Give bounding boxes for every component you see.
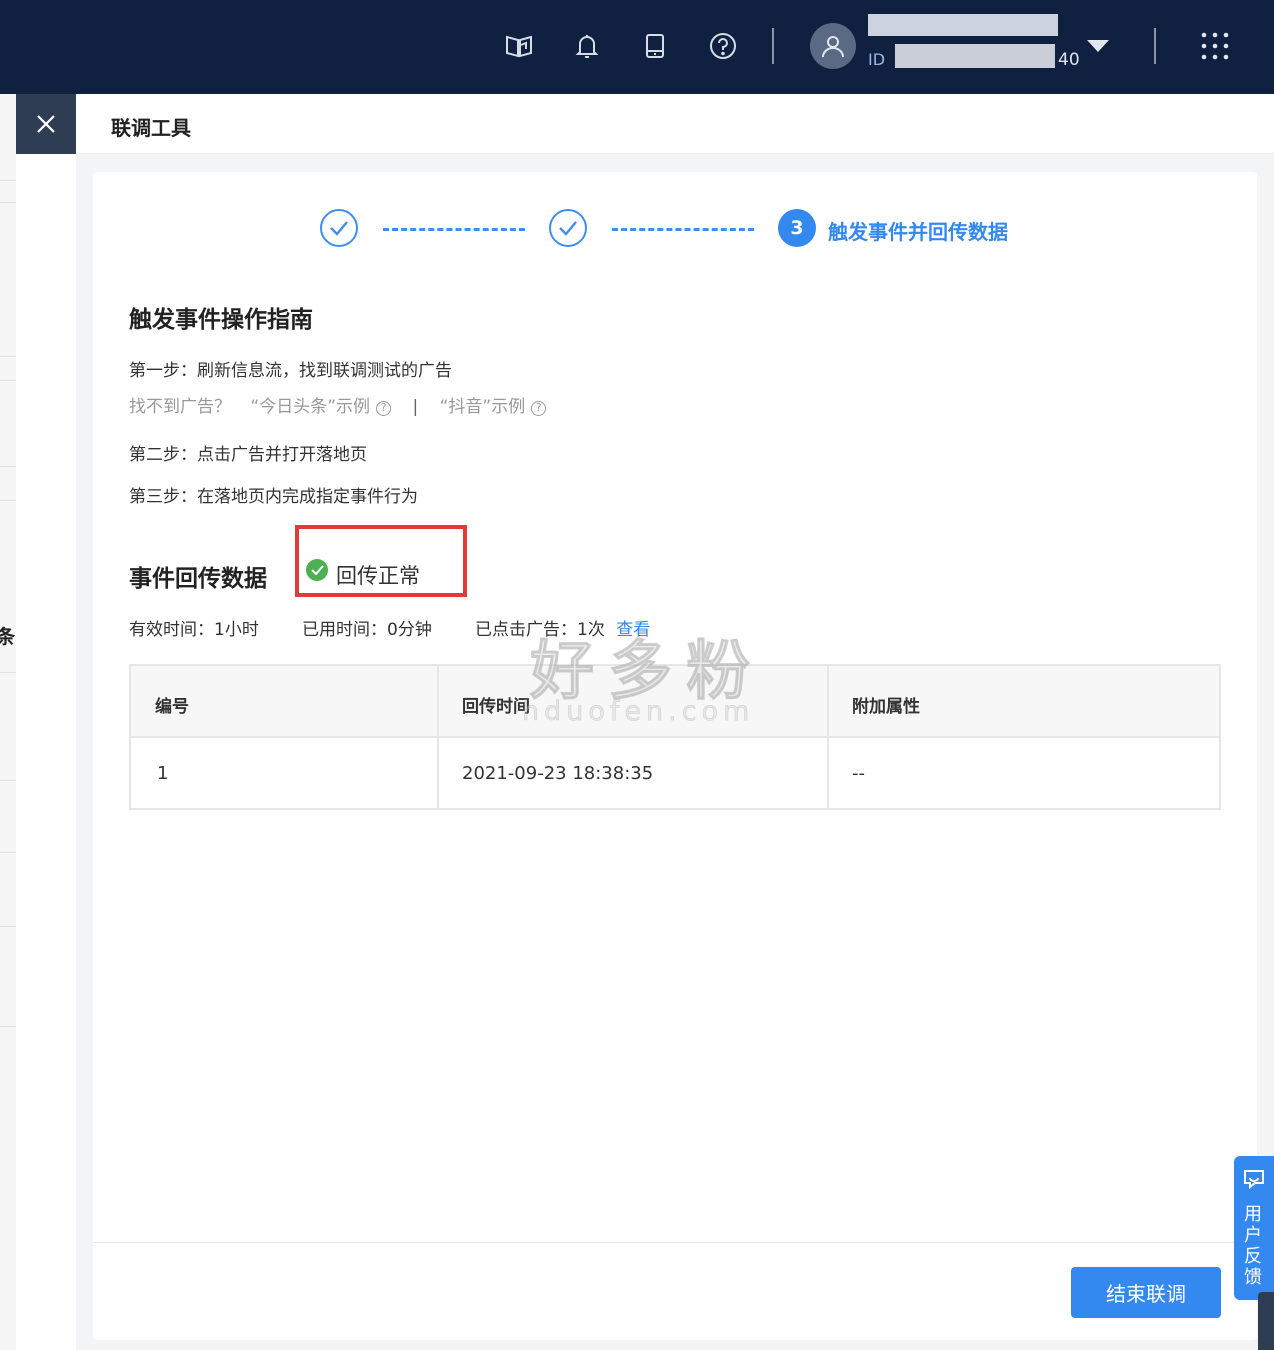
step-1-done xyxy=(320,209,358,247)
nav-divider xyxy=(772,28,774,64)
user-avatar[interactable] xyxy=(810,23,856,69)
end-debug-button[interactable]: 结束联调 xyxy=(1071,1267,1221,1318)
valid-time: 有效时间：1小时 xyxy=(129,620,259,640)
guide-title: 触发事件操作指南 xyxy=(129,307,313,333)
chat-icon xyxy=(1244,1170,1264,1190)
step-connector xyxy=(383,228,525,231)
drawer-title: 联调工具 xyxy=(111,116,191,140)
scroll-handle[interactable] xyxy=(1258,1292,1274,1350)
account-name[interactable]: ··· xyxy=(868,14,1058,36)
column-header-extra-attributes: 附加属性 xyxy=(852,697,920,717)
top-navbar: ··· ID 40 xyxy=(0,0,1274,94)
douyin-example-label: “抖音”示例 xyxy=(439,397,526,417)
column-header-callback-time: 回传时间 xyxy=(462,697,530,717)
account-id-label: ID xyxy=(868,50,886,69)
column-header-number: 编号 xyxy=(155,697,189,717)
question-icon[interactable]: ? xyxy=(376,401,392,416)
step-2-done xyxy=(549,209,587,247)
feedback-label: 用户反馈 xyxy=(1244,1204,1262,1288)
guide-step-3: 第三步：在落地页内完成指定事件行为 xyxy=(129,487,418,507)
callback-status: 回传正常 xyxy=(336,564,420,588)
table-row: 1 2021-09-23 18:38:35 -- xyxy=(131,738,1219,808)
close-icon xyxy=(37,115,55,133)
book-icon[interactable] xyxy=(501,28,537,64)
help-icon[interactable] xyxy=(705,28,741,64)
step-3-label: 触发事件并回传数据 xyxy=(828,220,1008,244)
drawer-header: 联调工具 xyxy=(76,94,1274,154)
account-id-redacted xyxy=(895,44,1055,68)
column-divider xyxy=(437,666,439,808)
step-connector xyxy=(612,228,754,231)
guide-step-1: 第一步：刷新信息流，找到联调测试的广告 xyxy=(129,361,452,381)
footer-divider xyxy=(93,1242,1257,1243)
bell-icon[interactable] xyxy=(569,28,605,64)
success-check-icon xyxy=(306,559,328,581)
guide-step-2: 第二步：点击广告并打开落地页 xyxy=(129,445,367,465)
step-3-active: 3 xyxy=(778,209,816,247)
nav-divider xyxy=(1154,28,1156,64)
background-text: 条 xyxy=(0,626,16,648)
cell-number: 1 xyxy=(157,763,169,784)
callback-title: 事件回传数据 xyxy=(129,566,267,592)
account-id-tail: 40 xyxy=(1058,50,1080,70)
drawer-gutter xyxy=(16,94,76,1350)
check-icon xyxy=(559,221,577,236)
user-icon xyxy=(822,36,844,58)
cell-extra-attributes: -- xyxy=(852,763,865,784)
douyin-example-link[interactable]: “抖音”示例? xyxy=(440,397,547,417)
guide-hint: 找不到广告？ “今日头条”示例? | “抖音”示例? xyxy=(129,392,547,417)
tablet-icon[interactable] xyxy=(637,28,673,64)
toutiao-example-label: “今日头条”示例 xyxy=(250,397,371,417)
apps-grid-icon[interactable] xyxy=(1197,28,1233,64)
account-dropdown-icon[interactable] xyxy=(1087,40,1109,52)
check-icon xyxy=(330,221,348,236)
toutiao-example-link[interactable]: “今日头条”示例? xyxy=(250,397,392,417)
hint-prefix: 找不到广告？ xyxy=(129,397,231,417)
column-divider xyxy=(827,666,829,808)
cell-callback-time: 2021-09-23 18:38:35 xyxy=(462,763,654,784)
hint-separator: | xyxy=(412,397,419,417)
feedback-tab[interactable]: 用户反馈 xyxy=(1234,1156,1274,1300)
background-page-strip xyxy=(0,94,16,1350)
question-icon[interactable]: ? xyxy=(531,401,547,416)
close-button[interactable] xyxy=(16,94,76,154)
used-time: 已用时间：0分钟 xyxy=(302,620,432,640)
watermark-domain-text: hduofen.com xyxy=(522,696,755,728)
